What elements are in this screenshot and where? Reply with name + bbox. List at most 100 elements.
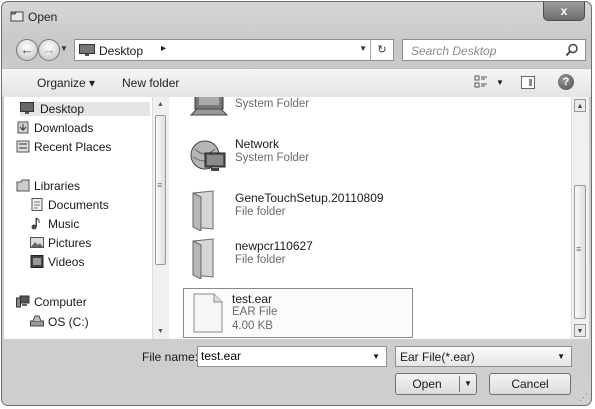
user-folder-icon <box>189 97 229 116</box>
open-dialog: Open x ← → ▼ Desktop ▸ ▼ ↻ Search Deskto… <box>1 1 592 406</box>
dialog-footer: File name: ▼ Ear File(*.ear) ▼ Open ▼ Ca… <box>2 340 591 405</box>
sidebar-item-os-c[interactable]: OS (C:) <box>30 315 89 329</box>
desktop-icon <box>20 102 34 114</box>
sidebar-item-label: Documents <box>48 198 109 212</box>
refresh-button[interactable]: ↻ <box>370 40 393 60</box>
address-dropdown-icon[interactable]: ▼ <box>359 44 367 53</box>
list-item[interactable]: Network System Folder <box>187 135 417 179</box>
list-item[interactable]: System Folder <box>187 97 417 125</box>
folder-icon <box>192 190 214 231</box>
search-box[interactable]: Search Desktop <box>402 39 586 61</box>
computer-icon <box>16 295 30 308</box>
pictures-icon <box>30 237 44 248</box>
command-bar: Organize ▾ New folder ▼ ? <box>2 68 591 98</box>
sidebar-item-documents[interactable]: Documents <box>31 198 109 212</box>
file-name: newpcr110627 <box>235 239 313 253</box>
close-button[interactable]: x <box>543 2 585 21</box>
open-button[interactable]: Open ▼ <box>395 373 477 395</box>
file-name: test.ear <box>232 292 273 306</box>
sidebar-item-label: Libraries <box>34 179 81 193</box>
navigation-pane: Desktop Downloads Recent Places Librarie… <box>4 97 169 339</box>
sidebar-item-videos[interactable]: Videos <box>30 255 85 269</box>
new-folder-button[interactable]: New folder <box>122 76 179 90</box>
libraries-icon <box>16 179 30 192</box>
file-name: GeneTouchSetup.20110809 <box>235 191 384 205</box>
preview-pane-icon[interactable] <box>521 76 535 89</box>
forward-button[interactable]: → <box>38 39 60 61</box>
scroll-up-arrow-icon[interactable]: ▲ <box>574 99 586 112</box>
sidebar-item-desktop[interactable]: Desktop <box>20 102 150 116</box>
address-bar[interactable]: Desktop ▸ ▼ ↻ <box>74 39 394 61</box>
recent-pages-dropdown[interactable]: ▼ <box>60 44 68 53</box>
scrollbar-thumb[interactable] <box>574 185 586 319</box>
split-divider <box>459 376 460 392</box>
folder-icon <box>192 238 214 279</box>
file-name-field[interactable]: ▼ <box>197 346 387 367</box>
cancel-button[interactable]: Cancel <box>489 373 571 395</box>
open-options-dropdown-icon[interactable]: ▼ <box>464 374 472 394</box>
file-type: File folder <box>235 206 286 218</box>
sidebar-item-label: Desktop <box>40 102 85 116</box>
resize-grip-icon[interactable]: ⋰ <box>579 392 588 403</box>
file-type-select[interactable]: Ear File(*.ear) ▼ <box>395 346 572 367</box>
sidebar-item-recent-places[interactable]: Recent Places <box>16 140 112 154</box>
sidebar-item-label: Music <box>48 217 80 231</box>
desktop-icon <box>79 44 95 56</box>
file-list: System Folder Network System Folder Gene… <box>169 97 589 339</box>
downloads-icon <box>17 121 29 134</box>
scroll-down-arrow-icon[interactable]: ▼ <box>574 324 586 337</box>
navigation-row: ← → ▼ Desktop ▸ ▼ ↻ Search Desktop <box>2 34 591 66</box>
sidebar-item-label: Downloads <box>34 121 94 135</box>
sidebar-item-libraries[interactable]: Libraries <box>16 179 81 193</box>
file-type: EAR File <box>232 306 278 318</box>
sidebar-item-pictures[interactable]: Pictures <box>30 236 92 250</box>
music-icon <box>31 217 40 230</box>
breadcrumb-desktop[interactable]: Desktop <box>99 44 143 58</box>
scrollbar-thumb[interactable] <box>155 115 166 265</box>
sidebar-item-label: Computer <box>34 295 87 309</box>
search-placeholder[interactable]: Search Desktop <box>411 44 496 58</box>
sidebar-item-downloads[interactable]: Downloads <box>17 121 94 135</box>
open-button-label: Open <box>412 377 442 391</box>
view-options-dropdown-icon[interactable]: ▼ <box>496 78 504 87</box>
back-button[interactable]: ← <box>16 39 38 61</box>
organize-menu[interactable]: Organize ▾ <box>37 76 95 90</box>
file-type: System Folder <box>235 98 310 110</box>
list-item-selected[interactable]: test.ear EAR File 4.00 KB <box>183 288 413 338</box>
sidebar-item-label: OS (C:) <box>48 315 89 329</box>
scroll-down-arrow-icon[interactable]: ▼ <box>157 328 164 335</box>
content-area: Desktop Downloads Recent Places Librarie… <box>4 97 589 339</box>
window-title: Open <box>28 10 58 24</box>
file-name-label: File name: <box>142 350 199 364</box>
file-icon <box>193 293 223 333</box>
help-icon[interactable]: ? <box>558 74 574 90</box>
list-item[interactable]: GeneTouchSetup.20110809 File folder <box>187 189 417 233</box>
refresh-icon: ↻ <box>377 44 387 56</box>
file-size: 4.00 KB <box>232 320 273 332</box>
scroll-up-arrow-icon[interactable]: ▲ <box>157 101 164 108</box>
title-bar: Open x <box>2 2 591 32</box>
network-icon <box>190 140 226 171</box>
sidebar-item-label: Recent Places <box>34 140 112 154</box>
recent-places-icon <box>16 140 30 153</box>
file-name-dropdown-icon[interactable]: ▼ <box>372 352 380 361</box>
sidebar-item-computer[interactable]: Computer <box>16 295 87 309</box>
chevron-down-icon: ▼ <box>557 352 565 361</box>
file-type: System Folder <box>235 152 310 164</box>
videos-icon <box>30 255 44 268</box>
file-type-filter: Ear File(*.ear) <box>400 350 475 364</box>
search-icon <box>565 43 578 57</box>
sidebar-item-music[interactable]: Music <box>31 217 80 231</box>
drive-icon <box>30 315 44 327</box>
file-list-scrollbar[interactable]: ▲ ▼ <box>571 97 589 339</box>
navigation-scrollbar[interactable]: ▲ ▼ <box>152 97 169 339</box>
documents-icon <box>31 198 43 211</box>
sidebar-item-label: Videos <box>48 255 85 269</box>
change-view-icon[interactable] <box>474 75 488 89</box>
file-name-input[interactable] <box>201 349 361 363</box>
file-name: Network <box>235 137 280 151</box>
sidebar-item-label: Pictures <box>48 236 92 250</box>
list-item[interactable]: newpcr110627 File folder <box>187 237 417 281</box>
breadcrumb-separator[interactable]: ▸ <box>161 43 166 54</box>
file-type: File folder <box>235 254 286 266</box>
